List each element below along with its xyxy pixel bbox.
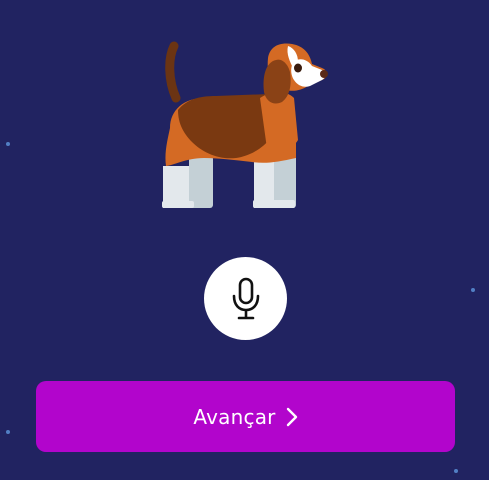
chevron-right-icon <box>286 407 298 427</box>
dog-icon <box>158 40 330 212</box>
next-button[interactable]: Avançar <box>36 381 455 452</box>
next-button-label: Avançar <box>193 404 276 429</box>
star-decoration <box>454 469 458 473</box>
star-decoration <box>471 288 475 292</box>
star-decoration <box>6 430 10 434</box>
microphone-icon <box>232 277 259 319</box>
star-decoration <box>6 142 10 146</box>
microphone-button[interactable] <box>204 257 287 340</box>
